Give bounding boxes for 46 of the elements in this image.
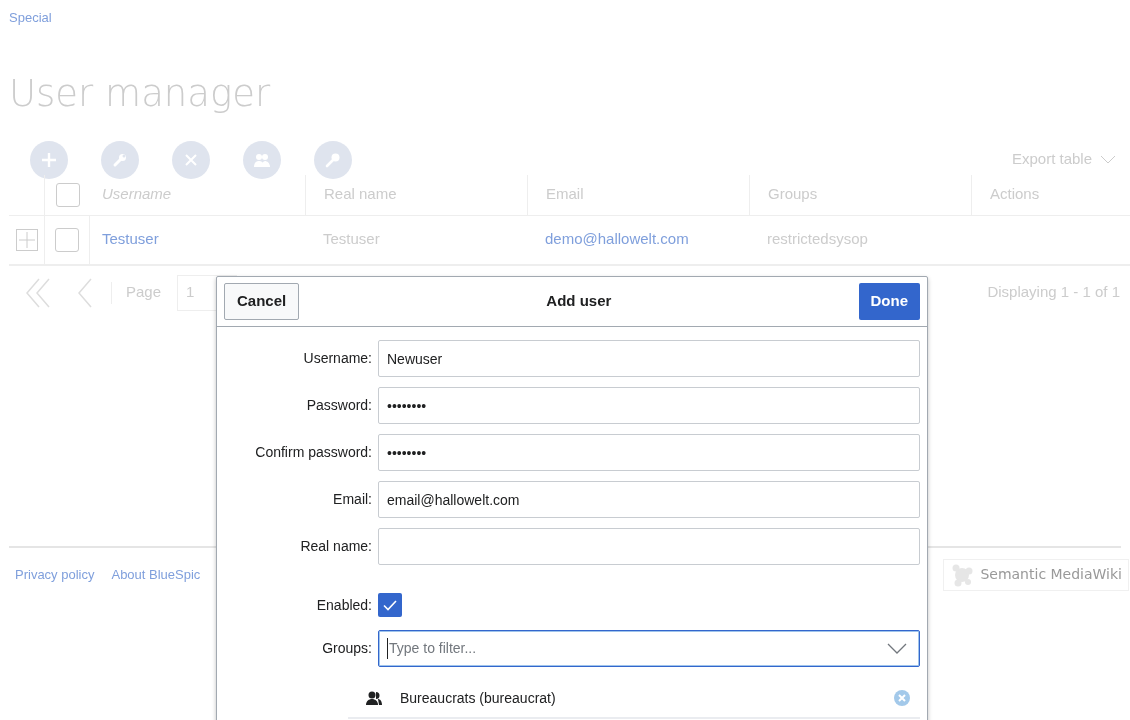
semantic-mediawiki-badge[interactable]: Semantic MediaWiki [943, 558, 1129, 591]
enabled-checkbox[interactable] [378, 593, 402, 617]
field-label: Username: [302, 349, 373, 368]
first-page-icon[interactable] [25, 277, 51, 308]
row-checkbox[interactable] [55, 227, 79, 252]
footer-link[interactable]: Privacy policy [15, 564, 95, 585]
field-label: Real name: [299, 537, 373, 556]
chevron-down-icon [887, 642, 907, 654]
text-field[interactable]: •••••••• [378, 387, 920, 424]
group-name: Bureaucrats (bureaucrat) [400, 688, 556, 708]
email-link[interactable]: demo@hallowelt.com [545, 230, 689, 248]
password-button[interactable] [314, 140, 352, 179]
chevron-down-icon [1100, 155, 1116, 164]
plus-icon [41, 151, 57, 168]
add-button[interactable] [30, 140, 68, 179]
field-label: Password: [305, 396, 373, 415]
field-label: Confirm password: [254, 443, 373, 462]
footer-link[interactable]: About BlueSpic [111, 564, 201, 585]
previous-page-icon[interactable] [77, 277, 93, 308]
remove-icon[interactable] [894, 690, 910, 706]
filter-input[interactable]: Type to filter... [387, 637, 887, 659]
dialog-title: Add user [546, 291, 612, 312]
checkmark-icon [383, 599, 397, 611]
breadcrumb-link[interactable]: Special [9, 8, 52, 28]
text-field[interactable]: Newuser [378, 340, 920, 377]
field-label: Groups: [321, 638, 373, 658]
text-field[interactable]: email@hallowelt.com [378, 481, 920, 518]
wrench-icon [112, 151, 128, 168]
users-icon [253, 151, 271, 168]
expand-icon[interactable] [15, 228, 38, 251]
user-group-icon [365, 691, 383, 705]
groups-combobox[interactable]: Type to filter... [378, 629, 920, 667]
username-link[interactable]: Testuser [102, 230, 159, 248]
done-button[interactable]: Done [858, 283, 920, 320]
key-icon [325, 151, 341, 168]
cancel-button[interactable]: Cancel [224, 283, 300, 320]
puzzle-icon [950, 562, 975, 587]
delete-button[interactable] [172, 140, 210, 179]
close-icon [184, 152, 198, 167]
text-field[interactable] [378, 528, 920, 565]
text-field[interactable]: •••••••• [378, 434, 920, 471]
field-label: Email: [332, 490, 373, 509]
select-all-checkbox[interactable] [55, 182, 80, 207]
field-label: Enabled: [315, 595, 373, 615]
groups-button[interactable] [243, 140, 281, 179]
edit-button[interactable] [101, 140, 139, 179]
